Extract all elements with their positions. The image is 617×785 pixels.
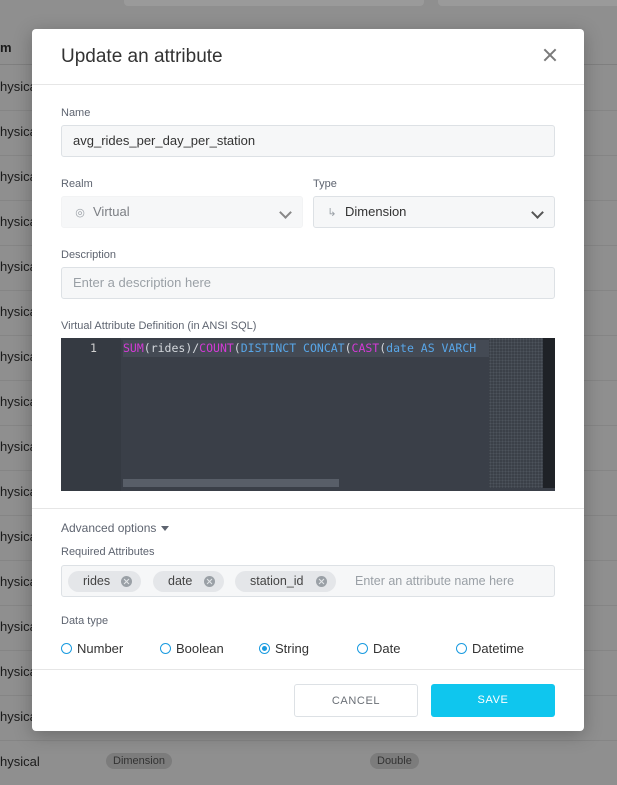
divider xyxy=(32,508,584,509)
attribute-tag: station_id xyxy=(235,571,336,592)
modal-footer-divider xyxy=(32,669,584,670)
table-row: hysical xyxy=(0,754,40,769)
cancel-button[interactable]: CANCEL xyxy=(294,684,418,717)
caret-down-icon xyxy=(161,526,170,532)
editor-minimap[interactable] xyxy=(489,338,543,488)
update-attribute-modal: Update an attribute Name avg_rides_per_d… xyxy=(32,29,584,731)
bg-filter-field xyxy=(124,0,424,6)
editor-horizontal-scrollbar[interactable] xyxy=(123,479,339,487)
data-type-label: Data type xyxy=(61,615,109,627)
name-label: Name xyxy=(61,107,91,119)
remove-tag-icon[interactable] xyxy=(204,576,215,587)
radio-circle-selected xyxy=(259,643,270,654)
close-icon[interactable] xyxy=(540,45,560,65)
required-attributes-input[interactable]: rides date station_id Enter an attribute… xyxy=(61,565,555,597)
chevron-down-icon xyxy=(279,206,292,219)
dimension-icon: ↳ xyxy=(327,207,337,219)
radio-circle xyxy=(61,643,72,654)
description-placeholder: Enter a description here xyxy=(73,275,212,290)
remove-tag-icon[interactable] xyxy=(316,576,327,587)
realm-label: Realm xyxy=(61,178,93,190)
name-value: avg_rides_per_day_per_station xyxy=(73,133,256,148)
advanced-options-label: Advanced options xyxy=(61,521,157,535)
required-attributes-label: Required Attributes xyxy=(61,546,155,558)
bg-datatype-pill: Double xyxy=(370,753,419,769)
bg-type-pill: Dimension xyxy=(106,753,172,769)
modal-header: Update an attribute xyxy=(32,29,584,85)
realm-select[interactable]: ◎ Virtual xyxy=(61,196,303,228)
save-button[interactable]: SAVE xyxy=(431,684,555,717)
description-label: Description xyxy=(61,249,117,261)
remove-tag-icon[interactable] xyxy=(121,576,132,587)
code-line[interactable]: SUM(rides)/COUNT(DISTINCT CONCAT(CAST(da… xyxy=(123,341,476,355)
attribute-tag: rides xyxy=(68,571,141,592)
editor-gutter xyxy=(61,338,121,491)
realm-value: Virtual xyxy=(93,204,130,219)
radio-circle xyxy=(456,643,467,654)
type-label: Type xyxy=(313,178,337,190)
globe-icon: ◎ xyxy=(75,207,85,219)
bg-filter-field-2 xyxy=(438,0,617,6)
modal-title: Update an attribute xyxy=(61,46,223,67)
required-attributes-placeholder: Enter an attribute name here xyxy=(355,574,515,588)
line-number: 1 xyxy=(90,341,97,355)
definition-label: Virtual Attribute Definition (in ANSI SQ… xyxy=(61,320,257,332)
chevron-down-icon xyxy=(531,206,544,219)
editor-vertical-scrollbar[interactable] xyxy=(543,338,555,488)
radio-circle xyxy=(357,643,368,654)
advanced-options-toggle[interactable]: Advanced options xyxy=(61,521,170,535)
description-input[interactable]: Enter a description here xyxy=(61,267,555,299)
sql-editor[interactable]: 1 SUM(rides)/COUNT(DISTINCT CONCAT(CAST(… xyxy=(61,338,555,491)
name-input[interactable]: avg_rides_per_day_per_station xyxy=(61,125,555,157)
type-select[interactable]: ↳ Dimension xyxy=(313,196,555,228)
radio-circle xyxy=(160,643,171,654)
attribute-tag: date xyxy=(153,571,224,592)
type-value: Dimension xyxy=(345,204,407,219)
